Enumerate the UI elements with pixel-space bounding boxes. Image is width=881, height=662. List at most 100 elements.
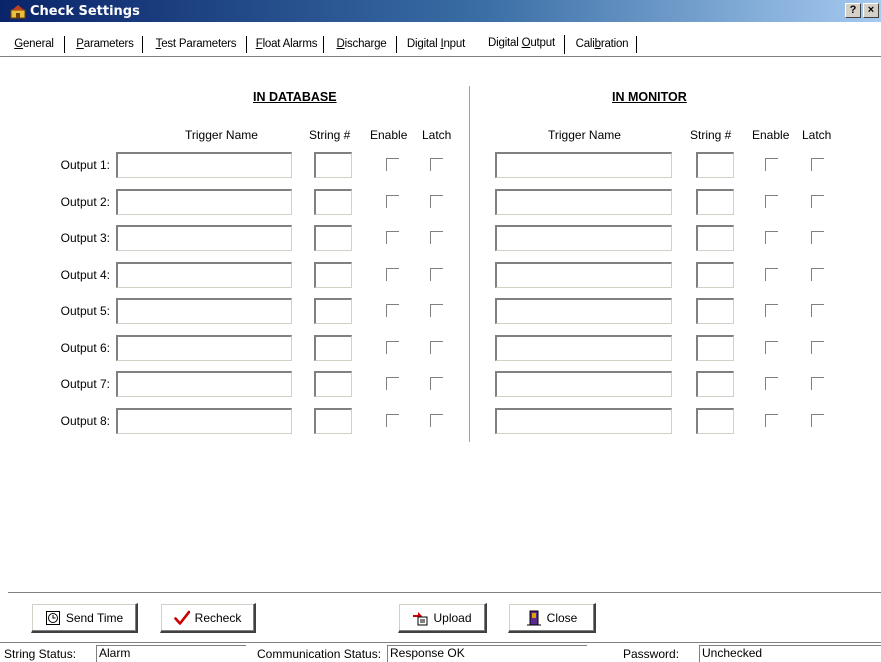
mon-trigger-name-input-6[interactable]: [495, 335, 672, 361]
mon-string-input-7[interactable]: [696, 371, 734, 397]
db-latch-checkbox-6[interactable]: [430, 341, 443, 354]
db-trigger-name-input-6[interactable]: [116, 335, 292, 361]
mon-latch-checkbox-8[interactable]: [811, 414, 824, 427]
tab-float-alarms[interactable]: Float Alarms: [249, 33, 324, 55]
mon-latch-checkbox-6[interactable]: [811, 341, 824, 354]
mon-string-input-6[interactable]: [696, 335, 734, 361]
help-button[interactable]: ?: [845, 3, 861, 18]
tab-label: Test Parameters: [155, 38, 237, 50]
db-trigger-name-input-1[interactable]: [116, 152, 292, 178]
close-window-button[interactable]: ×: [863, 3, 879, 18]
upload-button[interactable]: Upload: [398, 603, 487, 633]
mon-string-input-1[interactable]: [696, 152, 734, 178]
db-latch-checkbox-7[interactable]: [430, 377, 443, 390]
mon-latch-checkbox-2[interactable]: [811, 195, 824, 208]
mon-enable-checkbox-1[interactable]: [765, 158, 778, 171]
send-time-button[interactable]: Send Time: [31, 603, 138, 633]
mon-string-input-5[interactable]: [696, 298, 734, 324]
tab-digital-output[interactable]: Digital Output: [478, 31, 565, 55]
mon-string-input-4[interactable]: [696, 262, 734, 288]
recheck-label: Recheck: [194, 610, 242, 625]
db-enable-checkbox-7[interactable]: [386, 377, 399, 390]
db-string-input-5[interactable]: [314, 298, 352, 324]
db-enable-checkbox-1[interactable]: [386, 158, 399, 171]
tab-label: Calibration: [575, 38, 629, 50]
mon-latch-checkbox-4[interactable]: [811, 268, 824, 281]
output-label-3: Output 3:: [60, 231, 110, 245]
mon-enable-checkbox-3[interactable]: [765, 231, 778, 244]
mon-enable-checkbox-5[interactable]: [765, 304, 778, 317]
db-latch-checkbox-1[interactable]: [430, 158, 443, 171]
db-latch-checkbox-4[interactable]: [430, 268, 443, 281]
mon-trigger-name-input-7[interactable]: [495, 371, 672, 397]
mon-string-header: String #: [690, 128, 732, 142]
db-trigger-name-input-4[interactable]: [116, 262, 292, 288]
close-button[interactable]: Close: [508, 603, 596, 633]
mon-enable-checkbox-8[interactable]: [765, 414, 778, 427]
recheck-button[interactable]: Recheck: [160, 603, 256, 633]
output-label-2: Output 2:: [60, 195, 110, 209]
communication-status-value: Response OK: [387, 645, 587, 662]
output-label-4: Output 4:: [60, 268, 110, 282]
mon-trigger-name-input-5[interactable]: [495, 298, 672, 324]
mon-latch-checkbox-5[interactable]: [811, 304, 824, 317]
db-string-input-7[interactable]: [314, 371, 352, 397]
tab-general[interactable]: General: [3, 33, 65, 55]
mon-string-input-3[interactable]: [696, 225, 734, 251]
communication-status-label: Communication Status:: [257, 647, 382, 661]
close-label: Close: [546, 610, 578, 625]
db-enable-checkbox-6[interactable]: [386, 341, 399, 354]
mon-latch-checkbox-7[interactable]: [811, 377, 824, 390]
db-string-input-2[interactable]: [314, 189, 352, 215]
mon-trigger-name-input-8[interactable]: [495, 408, 672, 434]
db-enable-checkbox-5[interactable]: [386, 304, 399, 317]
tab-calibration[interactable]: Calibration: [567, 33, 637, 55]
mon-enable-checkbox-2[interactable]: [765, 195, 778, 208]
mon-trigger-name-input-3[interactable]: [495, 225, 672, 251]
string-status-value: Alarm: [96, 645, 246, 662]
mon-latch-checkbox-1[interactable]: [811, 158, 824, 171]
tab-parameters[interactable]: Parameters: [67, 33, 143, 55]
db-latch-checkbox-2[interactable]: [430, 195, 443, 208]
db-latch-checkbox-8[interactable]: [430, 414, 443, 427]
db-enable-checkbox-2[interactable]: [386, 195, 399, 208]
mon-enable-checkbox-7[interactable]: [765, 377, 778, 390]
db-latch-header: Latch: [422, 128, 452, 142]
db-trigger-name-input-2[interactable]: [116, 189, 292, 215]
mon-string-input-8[interactable]: [696, 408, 734, 434]
output-label-8: Output 8:: [60, 414, 110, 428]
mon-trigger-name-input-2[interactable]: [495, 189, 672, 215]
db-string-header: String #: [309, 128, 351, 142]
mon-trigger-name-input-4[interactable]: [495, 262, 672, 288]
upload-label: Upload: [433, 610, 472, 625]
mon-enable-checkbox-4[interactable]: [765, 268, 778, 281]
tab-baseline: [0, 56, 881, 57]
db-trigger-name-input-8[interactable]: [116, 408, 292, 434]
mon-latch-checkbox-3[interactable]: [811, 231, 824, 244]
section-divider: [469, 86, 470, 442]
db-string-input-6[interactable]: [314, 335, 352, 361]
db-latch-checkbox-3[interactable]: [430, 231, 443, 244]
title-bar[interactable]: Check Settings ? ×: [0, 0, 881, 22]
tab-strip: General Parameters Test Parameters Float…: [0, 33, 881, 55]
db-enable-checkbox-3[interactable]: [386, 231, 399, 244]
tab-discharge[interactable]: Discharge: [326, 33, 397, 55]
db-string-input-1[interactable]: [314, 152, 352, 178]
db-string-input-4[interactable]: [314, 262, 352, 288]
db-enable-checkbox-8[interactable]: [386, 414, 399, 427]
db-latch-checkbox-5[interactable]: [430, 304, 443, 317]
db-enable-checkbox-4[interactable]: [386, 268, 399, 281]
mon-string-input-2[interactable]: [696, 189, 734, 215]
output-label-5: Output 5:: [60, 304, 110, 318]
mon-latch-header: Latch: [802, 128, 832, 142]
db-string-input-8[interactable]: [314, 408, 352, 434]
tab-digital-input[interactable]: Digital Input: [399, 33, 473, 55]
clock-icon: [45, 610, 61, 626]
mon-enable-checkbox-6[interactable]: [765, 341, 778, 354]
db-trigger-name-input-3[interactable]: [116, 225, 292, 251]
tab-test-parameters[interactable]: Test Parameters: [145, 33, 247, 55]
db-string-input-3[interactable]: [314, 225, 352, 251]
mon-trigger-name-input-1[interactable]: [495, 152, 672, 178]
db-trigger-name-input-7[interactable]: [116, 371, 292, 397]
db-trigger-name-input-5[interactable]: [116, 298, 292, 324]
